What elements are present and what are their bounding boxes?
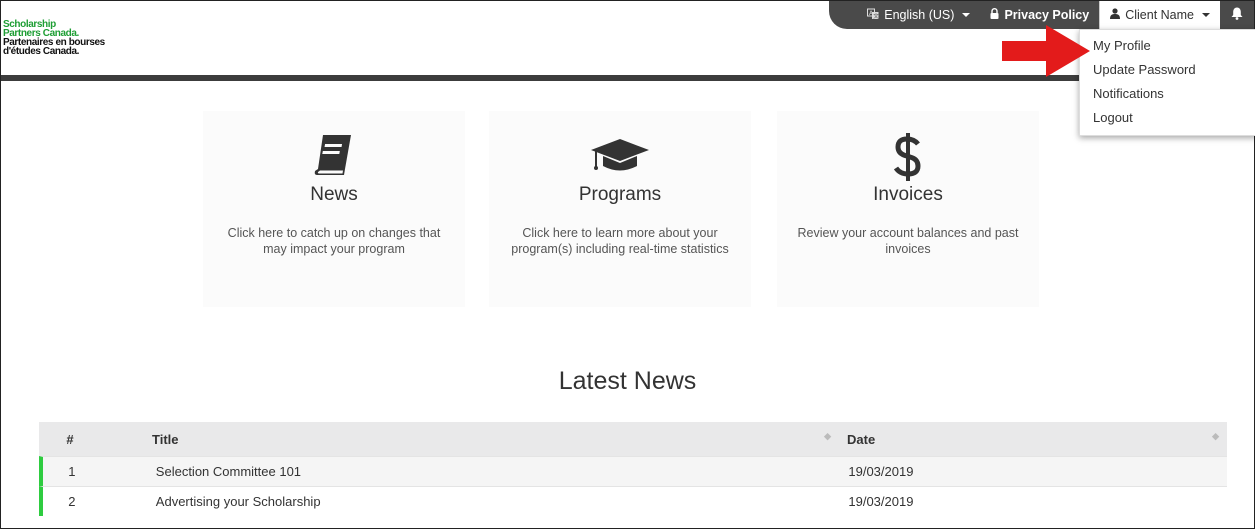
bell-icon: [1231, 7, 1243, 23]
user-icon: [1110, 8, 1121, 22]
row-number: 2: [68, 494, 76, 509]
news-card[interactable]: News Click here to catch up on changes t…: [203, 111, 465, 307]
book-icon: [203, 133, 465, 177]
table-header: # Title ◆ Date ◆: [39, 422, 1227, 456]
language-selector[interactable]: A文 English (US): [857, 1, 980, 29]
lock-icon: [990, 8, 999, 22]
chevron-down-icon: [962, 13, 971, 17]
column-header-number[interactable]: #: [39, 432, 97, 447]
menu-item-my-profile[interactable]: My Profile: [1080, 35, 1255, 59]
svg-text:文: 文: [873, 12, 879, 20]
language-label: English (US): [884, 8, 955, 22]
row-number: 1: [68, 464, 76, 479]
menu-item-notifications[interactable]: Notifications: [1080, 83, 1255, 107]
latest-news-table: # Title ◆ Date ◆ 1 Selection Committee 1…: [39, 422, 1227, 516]
menu-item-logout[interactable]: Logout: [1080, 107, 1255, 131]
programs-card-title: Programs: [578, 184, 662, 205]
row-title[interactable]: Advertising your Scholarship: [101, 494, 829, 509]
client-name-label: Client Name: [1125, 8, 1194, 22]
site-logo[interactable]: Scholarship Partners Canada. Partenaires…: [3, 20, 105, 57]
invoices-card-description: Review your account balances and past in…: [797, 226, 1019, 256]
notifications-bell-button[interactable]: [1220, 1, 1254, 29]
annotation-arrow-icon: [1002, 25, 1090, 82]
invoices-card-title: Invoices: [873, 184, 943, 205]
privacy-policy-label: Privacy Policy: [1004, 8, 1090, 22]
column-header-date[interactable]: Date ◆: [827, 430, 1227, 447]
row-title[interactable]: Selection Committee 101: [101, 464, 829, 479]
row-date: 19/03/2019: [848, 494, 914, 509]
news-card-description: Click here to catch up on changes that m…: [227, 226, 441, 256]
table-row[interactable]: 2 Advertising your Scholarship 19/03/201…: [39, 486, 1227, 516]
dollar-icon: [777, 133, 1039, 181]
programs-card-description: Click here to learn more about your prog…: [511, 226, 729, 256]
latest-news-heading: Latest News: [558, 367, 697, 395]
table-row[interactable]: 1 Selection Committee 101 19/03/2019: [39, 456, 1227, 486]
menu-item-update-password[interactable]: Update Password: [1080, 59, 1255, 83]
row-date: 19/03/2019: [848, 464, 914, 479]
sort-icon: ◆: [1212, 430, 1219, 441]
graduation-cap-icon: [489, 133, 751, 177]
chevron-down-icon: [1202, 13, 1210, 17]
column-header-title[interactable]: Title ◆: [97, 431, 831, 447]
invoices-card[interactable]: Invoices Review your account balances an…: [777, 111, 1039, 307]
translate-icon: A文: [867, 8, 879, 23]
client-menu-toggle[interactable]: Client Name: [1099, 1, 1220, 29]
client-dropdown-menu: My Profile Update Password Notifications…: [1079, 29, 1255, 136]
news-card-title: News: [310, 184, 358, 205]
programs-card[interactable]: Programs Click here to learn more about …: [489, 111, 751, 307]
